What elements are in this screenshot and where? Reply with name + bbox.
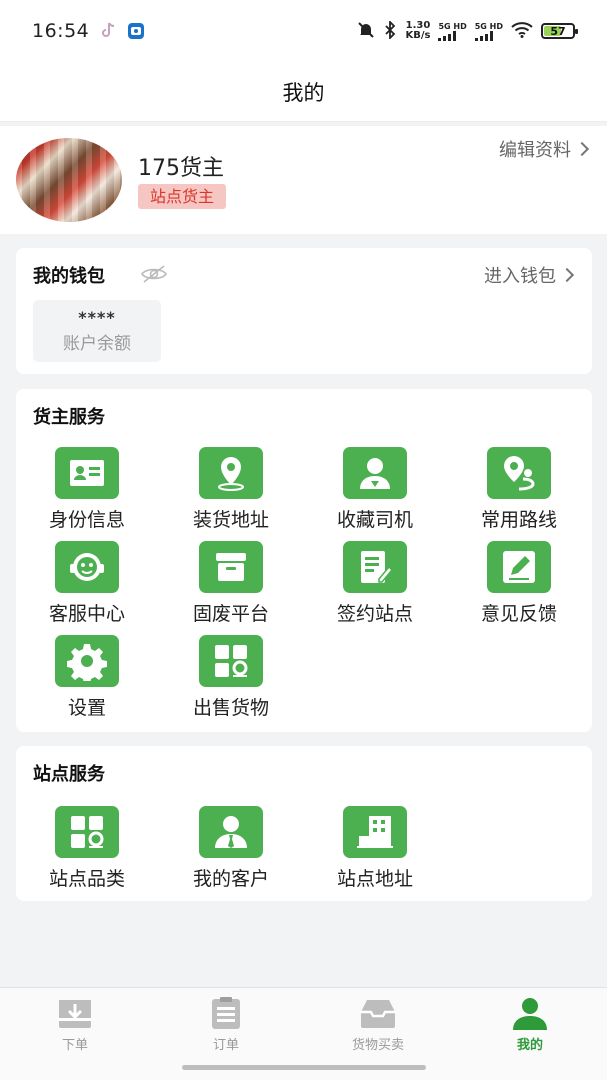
service-contract-station[interactable]: 签约站点: [304, 541, 448, 631]
signal-2: 5G HD: [474, 21, 503, 41]
balance-value: ****: [78, 308, 116, 327]
role-badge: 站点货主: [138, 184, 227, 209]
app-notification-icon: [127, 22, 145, 40]
user-icon: [513, 998, 547, 1030]
tab-goods-trade[interactable]: 货物买卖: [328, 996, 428, 1058]
wallet-title: 我的钱包: [33, 266, 105, 287]
chevron-right-icon: [574, 141, 590, 157]
service-label: 站点地址: [336, 868, 413, 890]
bottom-tab-bar: 下单 订单 货物买卖 我的: [0, 987, 607, 1080]
service-label: 客服中心: [48, 603, 125, 625]
service-label: 身份信息: [48, 509, 125, 531]
service-feedback[interactable]: 意见反馈: [448, 541, 592, 631]
net-speed: 1.30 KB/s: [405, 21, 430, 41]
status-time: 16:54: [32, 20, 90, 42]
archive-box-icon: [199, 541, 263, 593]
customer-service-icon: [55, 541, 119, 593]
tab-place-order[interactable]: 下单: [25, 996, 125, 1058]
net-speed-unit: KB/s: [405, 30, 431, 41]
tiktok-icon: [99, 22, 117, 40]
service-label: 我的客户: [192, 868, 269, 890]
service-settings[interactable]: 设置: [16, 635, 160, 725]
battery-level: 57: [550, 24, 566, 38]
signal-bars-icon: [438, 30, 457, 41]
station-services-title: 站点服务: [33, 764, 105, 785]
edit-profile-label: 编辑资料: [499, 140, 571, 161]
avatar[interactable]: [16, 138, 122, 222]
home-indicator[interactable]: [182, 1065, 426, 1070]
balance-label: 账户余额: [63, 334, 131, 354]
id-card-icon: [55, 447, 119, 499]
status-bar: 16:54 1.30 KB/s 5G HD 5G HD 57: [0, 0, 607, 62]
client-person-icon: [199, 806, 263, 858]
pencil-feedback-icon: [487, 541, 551, 593]
tab-mine[interactable]: 我的: [480, 996, 580, 1058]
location-pin-icon: [199, 447, 263, 499]
gear-icon: [55, 635, 119, 687]
service-label: 站点品类: [48, 868, 125, 890]
service-loading-address[interactable]: 装货地址: [160, 447, 304, 537]
category-grid-icon: [55, 806, 119, 858]
service-label: 意见反馈: [480, 603, 557, 625]
download-box-icon: [59, 1000, 91, 1028]
service-label: 签约站点: [336, 603, 413, 625]
service-station-category[interactable]: 站点品类: [16, 806, 160, 896]
service-label: 收藏司机: [336, 509, 413, 531]
contract-edit-icon: [343, 541, 407, 593]
wifi-icon: [511, 21, 533, 41]
service-customer-center[interactable]: 客服中心: [16, 541, 160, 631]
service-common-routes[interactable]: 常用路线: [448, 447, 592, 537]
signal-1-label: 5G HD: [438, 21, 467, 31]
chevron-right-icon: [559, 267, 575, 283]
service-station-address[interactable]: 站点地址: [304, 806, 448, 896]
route-icon: [487, 447, 551, 499]
service-id-info[interactable]: 身份信息: [16, 447, 160, 537]
shipper-services-title: 货主服务: [33, 407, 105, 428]
building-icon: [343, 806, 407, 858]
service-label: 装货地址: [192, 509, 269, 531]
user-name: 175货主: [138, 156, 224, 181]
battery-icon: 57: [541, 23, 578, 39]
clipboard-list-icon: [212, 997, 240, 1029]
signal-2-label: 5G HD: [474, 21, 503, 31]
service-favorite-drivers[interactable]: 收藏司机: [304, 447, 448, 537]
page-title: 我的: [282, 80, 325, 105]
tab-orders[interactable]: 订单: [176, 996, 276, 1058]
eye-hidden-icon[interactable]: [140, 264, 168, 284]
status-right: 1.30 KB/s 5G HD 5G HD 57: [357, 19, 578, 42]
service-sell-goods[interactable]: 出售货物: [160, 635, 304, 725]
enter-wallet-link[interactable]: 进入钱包: [484, 262, 575, 288]
driver-person-icon: [343, 447, 407, 499]
tab-label: 订单: [212, 1038, 239, 1053]
tray-icon: [361, 1000, 395, 1028]
tab-label: 货物买卖: [351, 1038, 404, 1053]
balance-box[interactable]: **** 账户余额: [33, 300, 161, 362]
signal-bars-icon: [474, 30, 493, 41]
tab-label: 下单: [61, 1038, 88, 1053]
service-label: 固废平台: [192, 603, 269, 625]
enter-wallet-label: 进入钱包: [484, 266, 556, 287]
profile-section: 175货主 站点货主 编辑资料: [0, 126, 607, 234]
goods-grid-icon: [199, 635, 263, 687]
bluetooth-icon: [383, 19, 397, 42]
service-my-clients[interactable]: 我的客户: [160, 806, 304, 896]
signal-1: 5G HD: [438, 21, 467, 41]
service-label: 设置: [67, 697, 106, 719]
service-label: 常用路线: [480, 509, 557, 531]
tab-label: 我的: [516, 1038, 543, 1053]
nav-bar: 我的: [0, 62, 607, 122]
mute-icon: [357, 21, 375, 42]
shipper-services-card: 货主服务 身份信息 装货地址 收藏司机 常用路线 客服中心 固废平台 签约站点 …: [16, 389, 592, 732]
station-services-card: 站点服务 站点品类 我的客户 站点地址: [16, 746, 592, 901]
edit-profile-link[interactable]: 编辑资料: [499, 136, 590, 162]
service-solid-waste[interactable]: 固废平台: [160, 541, 304, 631]
wallet-card: 我的钱包 进入钱包 **** 账户余额: [16, 248, 592, 374]
service-label: 出售货物: [192, 697, 269, 719]
